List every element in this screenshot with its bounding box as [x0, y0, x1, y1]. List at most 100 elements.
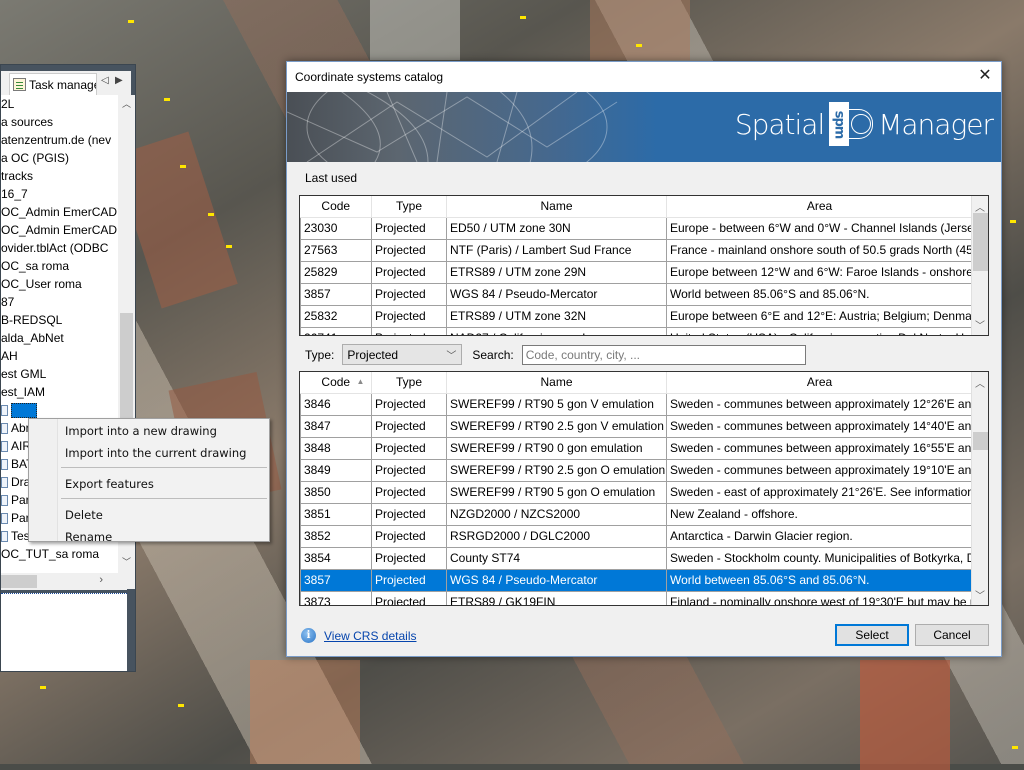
- column-header-code[interactable]: Code: [300, 196, 372, 218]
- scroll-up-icon[interactable]: ︿: [122, 97, 131, 110]
- table-row[interactable]: 3873 Projected ETRS89 / GK19FIN Finland - n…: [300, 590, 973, 605]
- tree-horizontal-scrollbar[interactable]: ›: [1, 573, 127, 590]
- tree-item-label: a sources: [1, 115, 54, 129]
- table-row[interactable]: 3857 Projected WGS 84 / Pseudo-Mercator Wor…: [300, 568, 973, 592]
- tab-scroll-left-icon[interactable]: ◁: [101, 75, 109, 86]
- tree-item[interactable]: ovider.tblAct (ODBC: [1, 239, 127, 257]
- column-header-area[interactable]: Area: [666, 196, 973, 218]
- column-header-code[interactable]: Code ▲: [300, 372, 372, 394]
- cell-code: 3849: [300, 458, 372, 482]
- scroll-up-icon[interactable]: ︿: [975, 199, 985, 214]
- brand-banner: Spatial spm Manager: [287, 92, 1001, 162]
- menu-item-rename[interactable]: Rename: [29, 526, 269, 548]
- menu-item-import-into-the-current-drawing[interactable]: Import into the current drawing: [29, 442, 269, 464]
- tree-item[interactable]: est_IAM: [1, 383, 127, 401]
- table-row[interactable]: 23030 Projected ED50 / UTM zone 30N Europe …: [300, 216, 973, 240]
- cell-code: 27563: [300, 238, 372, 262]
- last-used-grid[interactable]: Code Type Name Area 23030 Projected ED50 /…: [299, 195, 989, 336]
- tree-item[interactable]: [1, 401, 127, 419]
- scroll-down-icon[interactable]: ﹀: [975, 317, 985, 332]
- search-label: Search:: [472, 347, 514, 362]
- tree-item[interactable]: tracks: [1, 167, 127, 185]
- tree-item[interactable]: OC_Admin EmerCAD: [1, 221, 127, 239]
- scroll-thumb[interactable]: [1, 575, 37, 588]
- table-row[interactable]: 3846 Projected SWEREF99 / RT90 5 gon V emu…: [300, 392, 973, 416]
- scroll-thumb[interactable]: [973, 213, 988, 271]
- menu-item-import-into-a-new-drawing[interactable]: Import into a new drawing: [29, 420, 269, 442]
- tree-item-label: Par: [11, 493, 30, 507]
- table-row[interactable]: 3850 Projected SWEREF99 / RT90 5 gon O emu…: [300, 480, 973, 504]
- type-label: Type:: [305, 347, 335, 362]
- cancel-button[interactable]: Cancel: [915, 624, 989, 646]
- table-icon: [1, 512, 8, 524]
- table-row[interactable]: 3848 Projected SWEREF99 / RT90 0 gon emula…: [300, 436, 973, 460]
- tree-item-label: a OC (PGIS): [1, 151, 70, 165]
- scroll-right-icon[interactable]: ›: [99, 574, 103, 586]
- tab-scroll-right-icon[interactable]: ▶: [115, 75, 123, 86]
- coordinate-systems-dialog: Coordinate systems catalog ✕ Spatial spm…: [286, 61, 1002, 657]
- view-crs-details-link[interactable]: View CRS details: [324, 629, 416, 643]
- menu-item-delete[interactable]: Delete: [29, 504, 269, 526]
- catalog-grid[interactable]: Code ▲ Type Name Area 3846 Projected SWEREF…: [299, 371, 989, 606]
- cell-type: Projected: [371, 568, 447, 592]
- cell-type: Projected: [371, 392, 447, 416]
- table-icon: [1, 458, 8, 470]
- view-crs-details[interactable]: i View CRS details: [301, 628, 416, 643]
- column-header-type[interactable]: Type: [371, 196, 447, 218]
- tree-item-label: OC_TUT_sa roma: [1, 547, 100, 561]
- tree-item[interactable]: a sources: [1, 113, 127, 131]
- cell-area: Antarctica - Darwin Glacier region.: [666, 524, 973, 548]
- last-used-scrollbar[interactable]: ︿ ﹀: [971, 196, 988, 335]
- scroll-down-icon[interactable]: ﹀: [122, 555, 131, 568]
- tree-item[interactable]: est GML: [1, 365, 127, 383]
- cell-code: 25829: [300, 260, 372, 284]
- tree-item[interactable]: AH: [1, 347, 127, 365]
- table-row[interactable]: 3849 Projected SWEREF99 / RT90 2.5 gon O e…: [300, 458, 973, 482]
- cell-area: Sweden - communes between approximately …: [666, 392, 973, 416]
- cell-area: World between 85.06°S and 85.06°N.: [666, 568, 973, 592]
- sort-ascending-icon: ▲: [356, 377, 365, 386]
- tab-task-manager[interactable]: Task manage: [9, 73, 97, 95]
- tree-item[interactable]: 87: [1, 293, 127, 311]
- type-dropdown[interactable]: Projected ﹀: [342, 344, 463, 365]
- tree-item[interactable]: 2L: [1, 95, 127, 113]
- tree-item[interactable]: a OC (PGIS): [1, 149, 127, 167]
- cell-type: Projected: [371, 282, 447, 306]
- table-row[interactable]: 27563 Projected NTF (Paris) / Lambert Sud …: [300, 238, 973, 262]
- table-row[interactable]: 3847 Projected SWEREF99 / RT90 2.5 gon V e…: [300, 414, 973, 438]
- tree-item[interactable]: OC_Admin EmerCAD: [1, 203, 127, 221]
- tree-item[interactable]: OC_User roma: [1, 275, 127, 293]
- column-header-name[interactable]: Name: [446, 196, 667, 218]
- table-row[interactable]: 3857 Projected WGS 84 / Pseudo-Mercator Wor…: [300, 282, 973, 306]
- table-row[interactable]: 3852 Projected RSRGD2000 / DGLC2000 Antarct…: [300, 524, 973, 548]
- cell-type: Projected: [371, 524, 447, 548]
- table-row[interactable]: 3854 Projected County ST74 Sweden - Stockho…: [300, 546, 973, 570]
- column-header-name[interactable]: Name: [446, 372, 667, 394]
- table-row[interactable]: 25832 Projected ETRS89 / UTM zone 32N Europ…: [300, 304, 973, 328]
- tree-item[interactable]: OC_sa roma: [1, 257, 127, 275]
- cell-area: Sweden - communes between approximately …: [666, 414, 973, 438]
- table-row[interactable]: 26741ProjectedNAD27 / California zone IU…: [300, 326, 973, 335]
- tree-item[interactable]: 16_7: [1, 185, 127, 203]
- menu-item-export-features[interactable]: Export features: [29, 473, 269, 495]
- cell-code: 3852: [300, 524, 372, 548]
- scroll-up-icon[interactable]: ︿: [975, 375, 985, 390]
- scroll-down-icon[interactable]: ﹀: [975, 587, 985, 602]
- search-input[interactable]: [521, 344, 806, 365]
- tree-item[interactable]: alda_AbNet: [1, 329, 127, 347]
- select-button[interactable]: Select: [835, 624, 909, 646]
- table-icon: [1, 476, 8, 488]
- table-row[interactable]: 25829 Projected ETRS89 / UTM zone 29N Europ…: [300, 260, 973, 284]
- title-bar: Coordinate systems catalog: [287, 62, 1001, 92]
- tree-item[interactable]: B-REDSQL: [1, 311, 127, 329]
- column-header-type[interactable]: Type: [371, 372, 447, 394]
- table-row[interactable]: 3851 Projected NZGD2000 / NZCS2000 New Zeal…: [300, 502, 973, 526]
- tree-item[interactable]: atenzentrum.de (nev: [1, 131, 127, 149]
- catalog-scrollbar[interactable]: ︿ ﹀: [971, 372, 988, 605]
- selected-tree-item-highlight: [11, 402, 37, 418]
- cell-name: SWEREF99 / RT90 0 gon emulation: [446, 436, 667, 460]
- scroll-thumb[interactable]: [973, 432, 988, 450]
- cell-type: Projected: [371, 502, 447, 526]
- close-button[interactable]: ✕: [969, 62, 1001, 92]
- column-header-area[interactable]: Area: [666, 372, 973, 394]
